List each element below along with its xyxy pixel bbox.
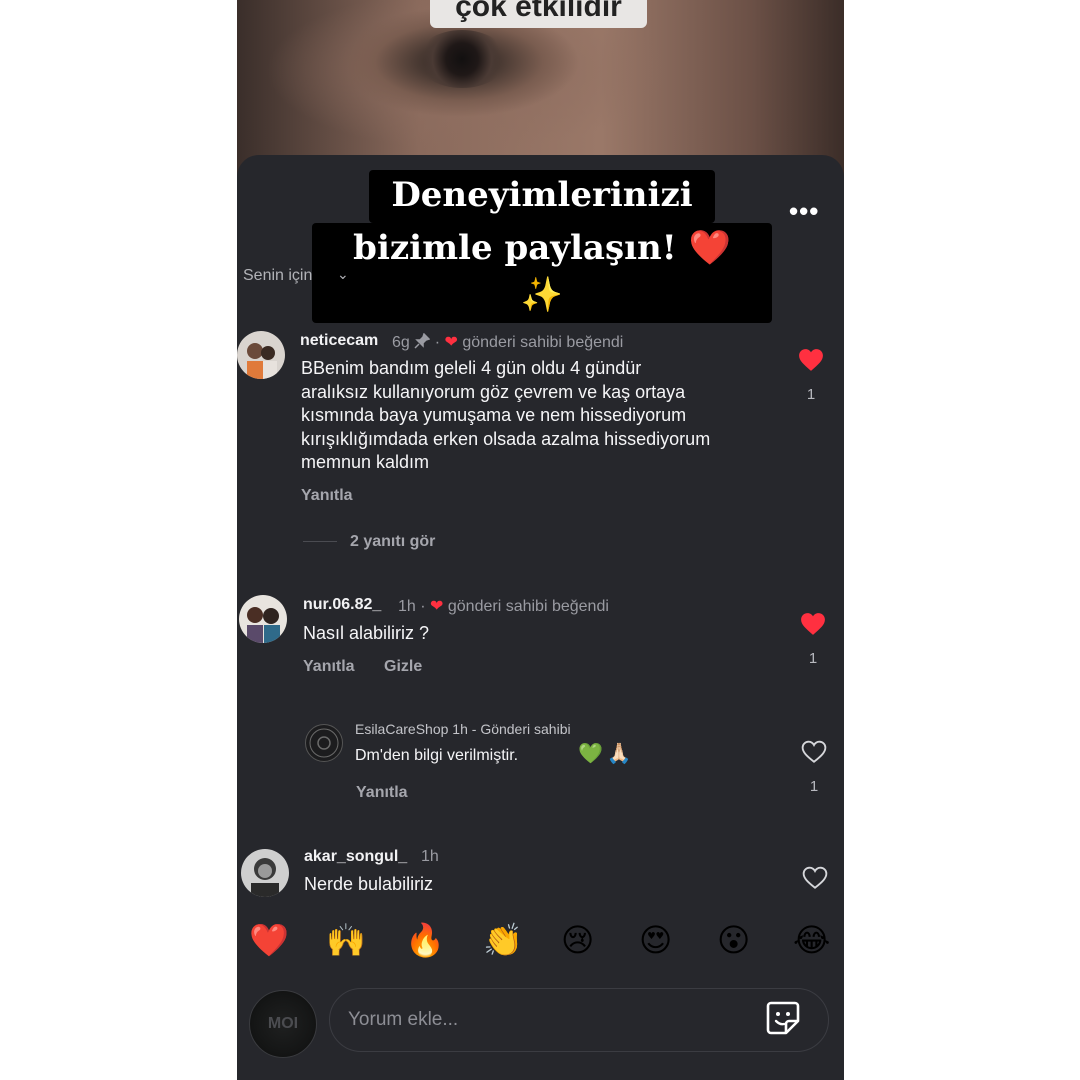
heart-outline-icon[interactable] xyxy=(801,740,827,764)
emoji-fire-button[interactable]: 🔥 xyxy=(405,920,445,960)
reply-button[interactable]: Yanıtla xyxy=(303,658,355,676)
emoji-laugh-button[interactable]: 😂 xyxy=(793,920,830,960)
view-replies-button[interactable]: 2 yanıtı gör xyxy=(350,533,435,551)
comment-text: Nerde bulabiliriz xyxy=(304,874,434,894)
heart-filled-icon[interactable] xyxy=(800,612,826,636)
comment-time: 1h xyxy=(398,598,416,615)
overlay-title-line-2: bizimle paylaşın! ❤️✨ xyxy=(312,223,772,323)
video-caption: çok etkilidir xyxy=(430,0,647,28)
overlay-title-line-1: Deneyimlerinizi xyxy=(369,170,715,223)
replies-divider xyxy=(303,541,337,542)
comment-text: Nasıl alabiliriz ? xyxy=(303,623,430,643)
sticker-icon[interactable] xyxy=(765,1000,801,1036)
comment-text-line: BBenim bandım geleli 4 gün oldu 4 gündür xyxy=(301,358,642,378)
creator-avatar[interactable] xyxy=(305,724,343,762)
emoji-raised-hands-button[interactable]: 🙌 xyxy=(326,920,366,960)
like-count: 1 xyxy=(809,778,819,795)
heart-filled-icon[interactable] xyxy=(798,348,824,372)
comment-text-line: memnun kaldım xyxy=(301,452,430,472)
pin-icon xyxy=(414,332,434,351)
comment-username[interactable]: nur.06.82_ xyxy=(303,596,381,614)
video-eye-region xyxy=(417,30,507,88)
comment-meta: 6g · ❤ gönderi sahibi beğendi xyxy=(392,332,624,351)
comment-text-line: kırışıklığımdada erken olsada azalma his… xyxy=(301,428,711,449)
avatar[interactable] xyxy=(239,595,287,643)
composer-avatar[interactable]: MOI xyxy=(249,990,317,1058)
emoji-surprised-button[interactable]: 😮 xyxy=(717,920,750,960)
emoji-heart-button[interactable]: ❤️ xyxy=(249,920,289,960)
more-options-button[interactable]: ••• xyxy=(789,196,819,227)
emoji-heart-eyes-button[interactable]: 😍 xyxy=(639,920,672,960)
reply-text: Dm'den bilgi verilmiştir. xyxy=(355,747,519,764)
comment-meta: 1h · ❤ gönderi sahibi beğendi xyxy=(398,598,609,615)
chevron-down-icon[interactable]: ⌄ xyxy=(337,266,349,283)
heart-outline-icon[interactable] xyxy=(802,866,828,890)
emoji-clap-button[interactable]: 👏 xyxy=(483,920,523,960)
comment-input[interactable]: Yorum ekle... xyxy=(329,988,829,1052)
heart-icon: ❤ xyxy=(444,334,458,351)
reply-emojis: 💚🙏🏻 xyxy=(578,743,636,765)
reply-time: 1h xyxy=(452,721,468,737)
liked-by-creator-label: gönderi sahibi beğendi xyxy=(447,598,609,615)
like-count: 1 xyxy=(808,650,818,667)
avatar[interactable] xyxy=(241,849,289,897)
hide-button[interactable]: Gizle xyxy=(384,658,422,676)
liked-by-creator-label: gönderi sahibi beğendi xyxy=(462,334,624,351)
comment-text-line: aralıksız kullanıyorum göz çevrem ve kaş… xyxy=(301,381,686,402)
reply-button[interactable]: Yanıtla xyxy=(301,487,353,505)
comment-text-line: kısmında baya yumuşama ve nem hissediyor… xyxy=(301,405,687,425)
sort-dropdown[interactable]: Senin için xyxy=(243,267,312,285)
heart-icon: ❤ xyxy=(430,598,444,615)
like-count: 1 xyxy=(806,386,816,403)
overlay-title: Deneyimlerinizi bizimle paylaşın! ❤️✨ xyxy=(312,170,772,323)
avatar[interactable] xyxy=(237,331,285,379)
comment-username[interactable]: akar_songul_ xyxy=(304,848,407,866)
reply-username[interactable]: EsilaCareShop xyxy=(355,721,448,737)
comment-text: BBenim bandım geleli 4 gün oldu 4 gündür… xyxy=(301,357,710,475)
phone-screen: çok etkilidir Deneyimlerinizi bizimle pa… xyxy=(237,0,844,1080)
comment-time: 6g xyxy=(392,334,410,351)
comment-time: 1h xyxy=(421,848,439,865)
emoji-cry-button[interactable]: 😢 xyxy=(561,920,594,960)
creator-role-label: Gönderi sahibi xyxy=(480,721,571,737)
reply-button[interactable]: Yanıtla xyxy=(356,784,408,802)
reply-meta: EsilaCareShop 1h - Gönderi sahibi xyxy=(355,721,571,737)
comment-username[interactable]: neticecam xyxy=(300,332,378,350)
